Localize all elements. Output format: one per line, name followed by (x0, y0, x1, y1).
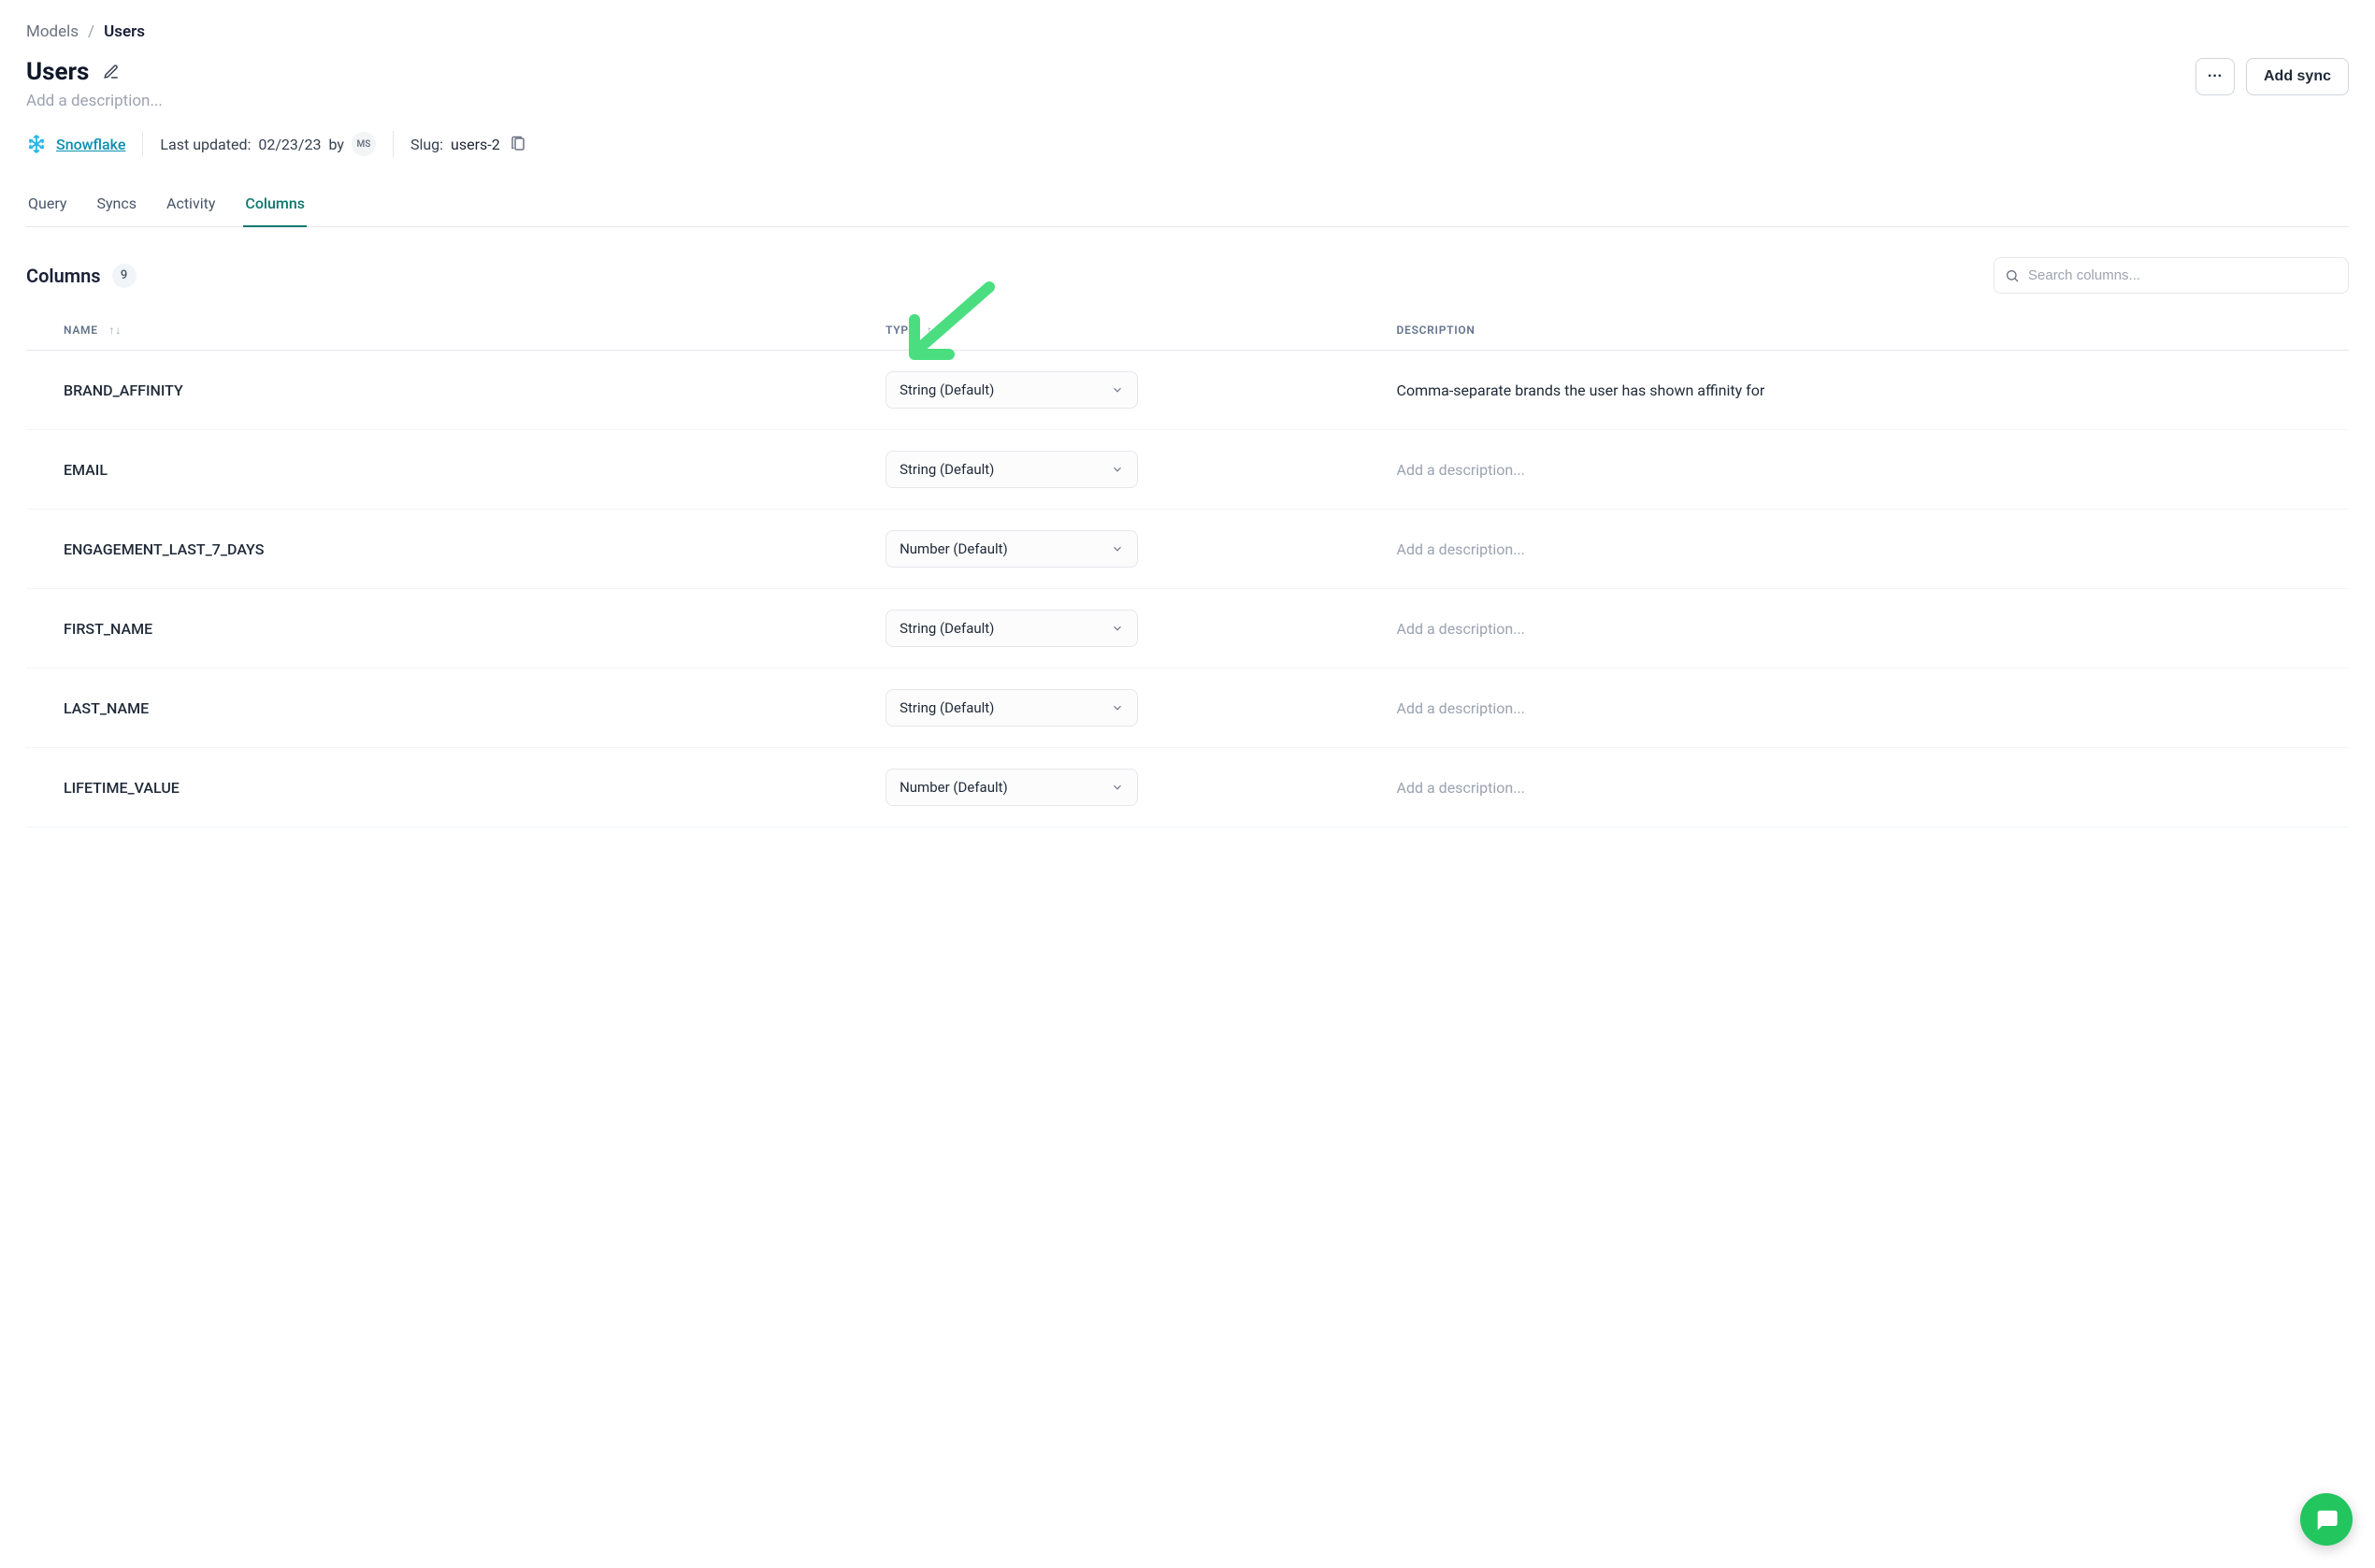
type-select-value: Number (Default) (900, 779, 1008, 796)
type-select-value: Number (Default) (900, 540, 1008, 557)
section-title: Columns (26, 265, 101, 287)
column-description-cell[interactable]: Add a description... (1397, 510, 2349, 589)
copy-slug-button[interactable] (508, 134, 528, 154)
last-updated: Last updated: 02/23/23 by MS (160, 132, 376, 156)
chat-widget-button[interactable] (2300, 1493, 2353, 1546)
column-description-cell[interactable]: Add a description... (1397, 669, 2349, 748)
column-name-cell: ENGAGEMENT_LAST_7_DAYS (26, 510, 885, 589)
last-updated-label: Last updated: (160, 136, 251, 153)
column-type-cell: String (Default) (885, 351, 1396, 430)
breadcrumb-parent-link[interactable]: Models (26, 22, 79, 41)
chat-icon (2313, 1506, 2339, 1532)
tab-columns[interactable]: Columns (243, 185, 307, 227)
table-row: FIRST_NAME String (Default) Add a descript… (26, 589, 2349, 669)
sort-icon: ↑↓ (927, 324, 939, 337)
clipboard-icon (510, 136, 526, 152)
column-name-cell: LAST_NAME (26, 669, 885, 748)
column-type-cell: String (Default) (885, 430, 1396, 510)
pencil-icon (103, 64, 120, 80)
sort-icon: ↑↓ (108, 324, 121, 337)
column-description-cell[interactable]: Comma-separate brands the user has shown… (1397, 351, 2349, 430)
breadcrumb: Models / Users (26, 22, 2349, 41)
chevron-down-icon (1111, 701, 1124, 714)
more-actions-button[interactable]: ··· (2195, 58, 2235, 95)
breadcrumb-current: Users (104, 22, 145, 41)
chevron-down-icon (1111, 622, 1124, 635)
table-row: BRAND_AFFINITY String (Default) Comma-sepa… (26, 351, 2349, 430)
type-select[interactable]: String (Default) (885, 689, 1138, 726)
header-description-label: DESCRIPTION (1397, 324, 1475, 337)
column-name-cell: LIFETIME_VALUE (26, 748, 885, 827)
slug-label: Slug: (410, 136, 443, 153)
divider (142, 131, 143, 157)
slug: Slug: users-2 (410, 134, 528, 154)
type-select[interactable]: String (Default) (885, 451, 1138, 488)
source-name: Snowflake (56, 136, 125, 153)
header-type-label: TYPE (885, 324, 915, 337)
page-title: Users (26, 58, 89, 86)
column-name-cell: BRAND_AFFINITY (26, 351, 885, 430)
description-input[interactable]: Add a description... (26, 92, 163, 110)
column-type-cell: String (Default) (885, 589, 1396, 669)
column-count-badge: 9 (112, 264, 137, 288)
column-description-cell[interactable]: Add a description... (1397, 589, 2349, 669)
type-select-value: String (Default) (900, 381, 994, 398)
tab-activity[interactable]: Activity (165, 185, 217, 227)
column-description-cell[interactable]: Add a description... (1397, 430, 2349, 510)
tabs: Query Syncs Activity Columns (26, 185, 2349, 227)
column-name-cell: EMAIL (26, 430, 885, 510)
column-type-cell: Number (Default) (885, 748, 1396, 827)
column-header-description: DESCRIPTION (1397, 312, 2349, 351)
column-type-cell: Number (Default) (885, 510, 1396, 589)
edit-title-button[interactable] (102, 63, 121, 81)
column-name-cell: FIRST_NAME (26, 589, 885, 669)
type-select[interactable]: String (Default) (885, 610, 1138, 647)
by-label: by (329, 136, 344, 153)
type-select[interactable]: Number (Default) (885, 769, 1138, 806)
chevron-down-icon (1111, 463, 1124, 476)
column-header-type[interactable]: TYPE ↑↓ (885, 312, 1396, 351)
table-row: ENGAGEMENT_LAST_7_DAYS Number (Default) Ad… (26, 510, 2349, 589)
header-name-label: NAME (64, 324, 98, 337)
chevron-down-icon (1111, 781, 1124, 794)
type-select[interactable]: String (Default) (885, 371, 1138, 409)
search-columns-input[interactable] (1994, 257, 2349, 294)
type-select-value: String (Default) (900, 620, 994, 637)
slug-value: users-2 (451, 136, 500, 153)
type-select[interactable]: Number (Default) (885, 530, 1138, 568)
table-row: LAST_NAME String (Default) Add a descripti… (26, 669, 2349, 748)
search-icon (2005, 268, 2020, 283)
table-row: LIFETIME_VALUE Number (Default) Add a desc… (26, 748, 2349, 827)
tab-syncs[interactable]: Syncs (94, 185, 138, 227)
chevron-down-icon (1111, 383, 1124, 396)
breadcrumb-separator: / (88, 22, 94, 41)
editor-avatar[interactable]: MS (352, 132, 376, 156)
type-select-value: String (Default) (900, 461, 994, 478)
column-description-cell[interactable]: Add a description... (1397, 748, 2349, 827)
snowflake-icon (26, 134, 47, 154)
table-row: EMAIL String (Default) Add a description..… (26, 430, 2349, 510)
divider (393, 131, 394, 157)
type-select-value: String (Default) (900, 699, 994, 716)
add-sync-button[interactable]: Add sync (2246, 58, 2349, 95)
tab-query[interactable]: Query (26, 185, 68, 227)
columns-table: NAME ↑↓ TYPE ↑↓ DESCRIPTION BRAND_AFFINI… (26, 312, 2349, 827)
ellipsis-icon: ··· (2208, 68, 2223, 85)
source-link[interactable]: Snowflake (26, 134, 125, 154)
last-updated-date: 02/23/23 (258, 136, 321, 153)
column-type-cell: String (Default) (885, 669, 1396, 748)
column-header-name[interactable]: NAME ↑↓ (26, 312, 885, 351)
chevron-down-icon (1111, 542, 1124, 555)
